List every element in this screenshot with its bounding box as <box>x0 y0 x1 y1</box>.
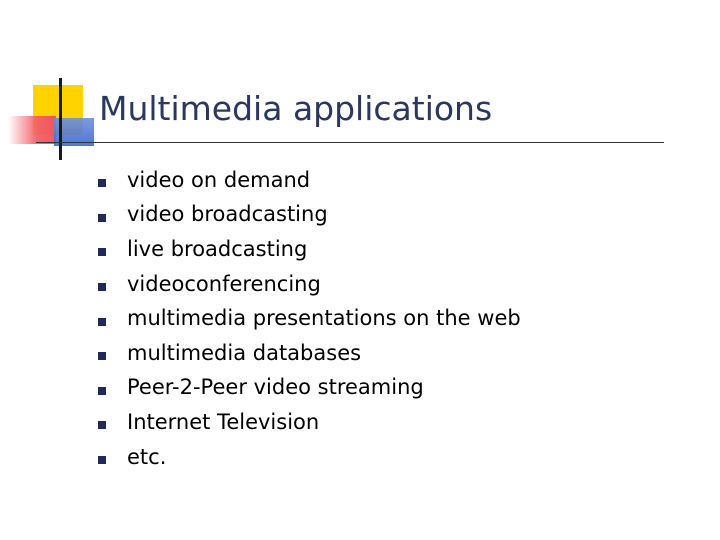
bullet-text: video on demand <box>127 167 311 192</box>
decorative-red-bar <box>8 116 56 144</box>
list-item: multimedia databases <box>98 336 521 371</box>
list-item: video broadcasting <box>98 198 521 233</box>
bullet-text: video broadcasting <box>127 202 328 227</box>
bullet-square-icon <box>98 248 106 257</box>
bullet-text: multimedia databases <box>127 340 362 365</box>
list-item: multimedia presentations on the web <box>98 301 521 336</box>
bullet-square-icon <box>98 456 106 465</box>
bullet-text: live broadcasting <box>127 236 308 261</box>
bullet-square-icon <box>98 283 106 292</box>
bullet-square-icon <box>98 179 106 188</box>
bullet-square-icon <box>98 213 106 222</box>
list-item: Peer-2-Peer video streaming <box>98 371 521 406</box>
list-item: live broadcasting <box>98 232 521 267</box>
bullet-list: video on demand video broadcasting live … <box>98 163 521 474</box>
bullet-square-icon <box>98 352 106 361</box>
bullet-text: etc. <box>127 444 167 469</box>
list-item: videoconferencing <box>98 267 521 302</box>
slide: Multimedia applications video on demand … <box>0 0 720 540</box>
list-item: Internet Television <box>98 405 521 440</box>
bullet-square-icon <box>98 317 106 326</box>
decorative-vertical-line <box>59 78 62 160</box>
list-item: video on demand <box>98 163 521 198</box>
list-item: etc. <box>98 440 521 475</box>
bullet-text: multimedia presentations on the web <box>127 306 521 331</box>
bullet-text: videoconferencing <box>127 271 321 296</box>
bullet-text: Peer-2-Peer video streaming <box>127 375 424 400</box>
title-underline <box>36 142 664 143</box>
bullet-square-icon <box>98 421 106 430</box>
bullet-square-icon <box>98 386 106 395</box>
bullet-text: Internet Television <box>127 409 320 434</box>
slide-title: Multimedia applications <box>99 89 493 128</box>
